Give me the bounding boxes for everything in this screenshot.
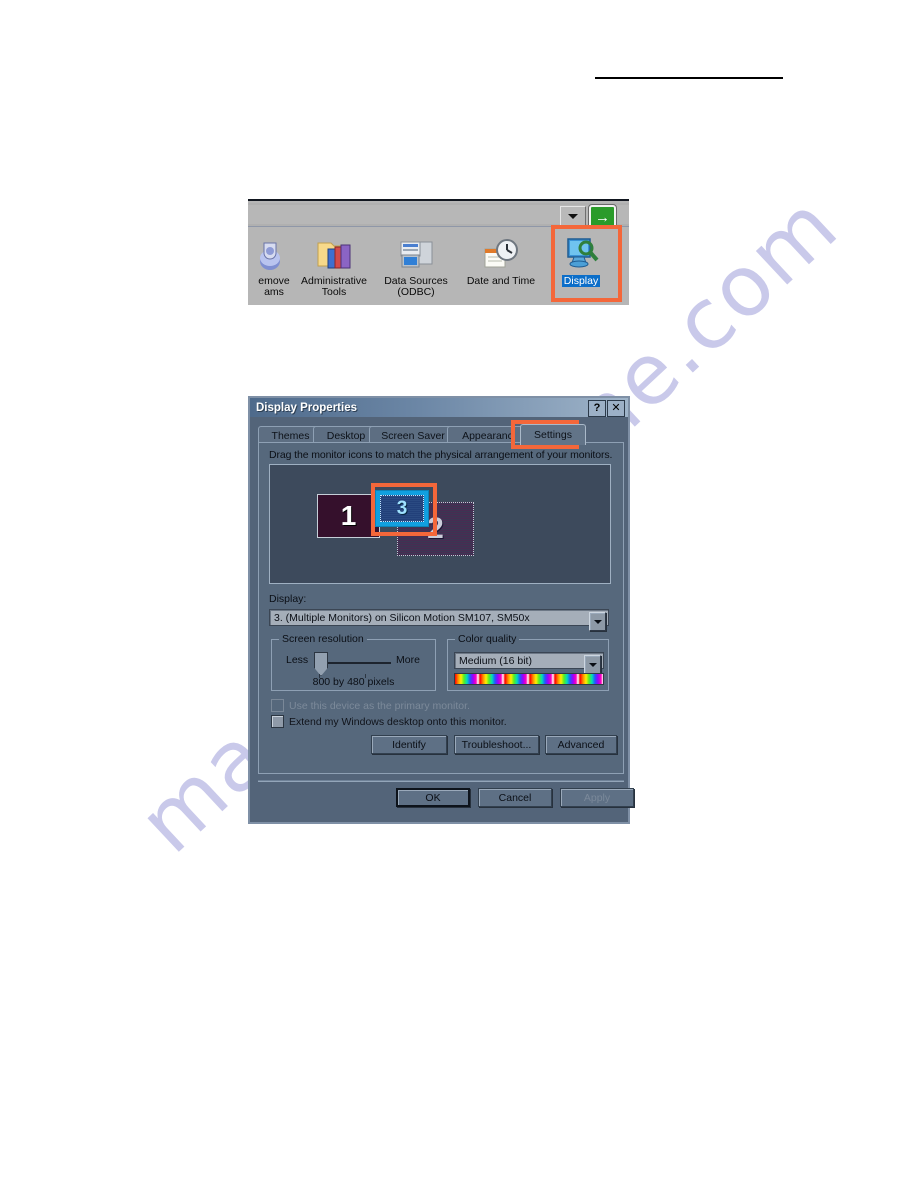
display-properties-dialog: Display Properties ? ✕ Themes Desktop Sc… — [248, 396, 634, 824]
help-button[interactable]: ? — [588, 400, 606, 417]
advanced-button[interactable]: Advanced — [545, 735, 617, 754]
control-panel-item-label: Data Sources (ODBC) — [384, 275, 448, 298]
control-panel-item-label: Administrative Tools — [301, 275, 367, 298]
color-quality-select[interactable]: Medium (16 bit) — [454, 652, 604, 674]
color-spectrum-preview — [454, 673, 604, 685]
chevron-down-icon — [568, 213, 578, 219]
address-dropdown-button[interactable] — [560, 206, 586, 226]
resolution-slider-thumb[interactable] — [314, 652, 328, 676]
resolution-slider-track[interactable] — [317, 662, 391, 664]
resolution-value: 800 by 480 pixels — [312, 676, 395, 688]
display-item-highlight-box — [551, 225, 622, 302]
monitor-3-highlight-box — [371, 483, 437, 536]
checkbox-label: Extend my Windows desktop onto this moni… — [289, 715, 507, 728]
display-select[interactable]: 3. (Multiple Monitors) on Silicon Motion… — [269, 609, 609, 631]
monitor-arrangement-canvas[interactable]: 2 1 3 — [269, 464, 611, 584]
dialog-title-bar: Display Properties ? ✕ — [250, 398, 628, 417]
display-select-value: 3. (Multiple Monitors) on Silicon Motion… — [274, 611, 530, 624]
cancel-button[interactable]: Cancel — [478, 788, 552, 807]
administrative-tools-icon — [292, 233, 376, 273]
monitor-arrangement-hint: Drag the monitor icons to match the phys… — [269, 449, 613, 461]
ok-button[interactable]: OK — [396, 788, 470, 807]
checkbox-label: Use this device as the primary monitor. — [289, 699, 470, 712]
apply-button[interactable]: Apply — [560, 788, 634, 807]
identify-button[interactable]: Identify — [371, 735, 447, 754]
footer-separator — [258, 780, 624, 782]
dialog-title: Display Properties — [256, 401, 357, 414]
resolution-less-label: Less — [286, 654, 309, 666]
data-sources-odbc-icon — [374, 233, 458, 273]
dialog-tab-strip: Themes Desktop Screen Saver Appearanc Se… — [258, 420, 624, 449]
checkbox-box — [271, 699, 284, 712]
chevron-down-icon[interactable] — [584, 655, 601, 674]
checkbox-extend-desktop[interactable]: Extend my Windows desktop onto this moni… — [271, 715, 507, 728]
close-icon[interactable]: ✕ — [607, 400, 625, 417]
page-header-rule — [595, 77, 783, 79]
control-panel-item-data-sources-odbc[interactable]: Data Sources (ODBC) — [374, 233, 458, 298]
checkbox-primary-monitor[interactable]: Use this device as the primary monitor. — [271, 699, 470, 712]
address-bar: → — [248, 203, 629, 230]
checkbox-box — [271, 715, 284, 728]
control-panel-item-date-and-time[interactable]: Date and Time — [459, 233, 543, 287]
color-quality-title: Color quality — [455, 633, 520, 645]
troubleshoot-button[interactable]: Troubleshoot... — [454, 735, 539, 754]
arrow-right-icon: → — [595, 209, 610, 226]
display-label: Display: — [269, 593, 307, 605]
color-quality-group: Color quality Medium (16 bit) — [447, 633, 609, 691]
screen-resolution-title: Screen resolution — [279, 633, 367, 645]
control-panel-item-label: Date and Time — [466, 275, 536, 287]
control-panel-item-administrative-tools[interactable]: Administrative Tools — [292, 233, 376, 298]
tab-settings[interactable]: Settings — [520, 424, 586, 445]
date-and-time-icon — [459, 233, 543, 273]
color-quality-value: Medium (16 bit) — [459, 654, 532, 667]
settings-tab-panel: Drag the monitor icons to match the phys… — [258, 442, 624, 774]
screen-resolution-group: Screen resolution Less More 800 by 480 p… — [271, 633, 436, 691]
chevron-down-icon[interactable] — [589, 612, 606, 631]
resolution-more-label: More — [396, 654, 420, 666]
